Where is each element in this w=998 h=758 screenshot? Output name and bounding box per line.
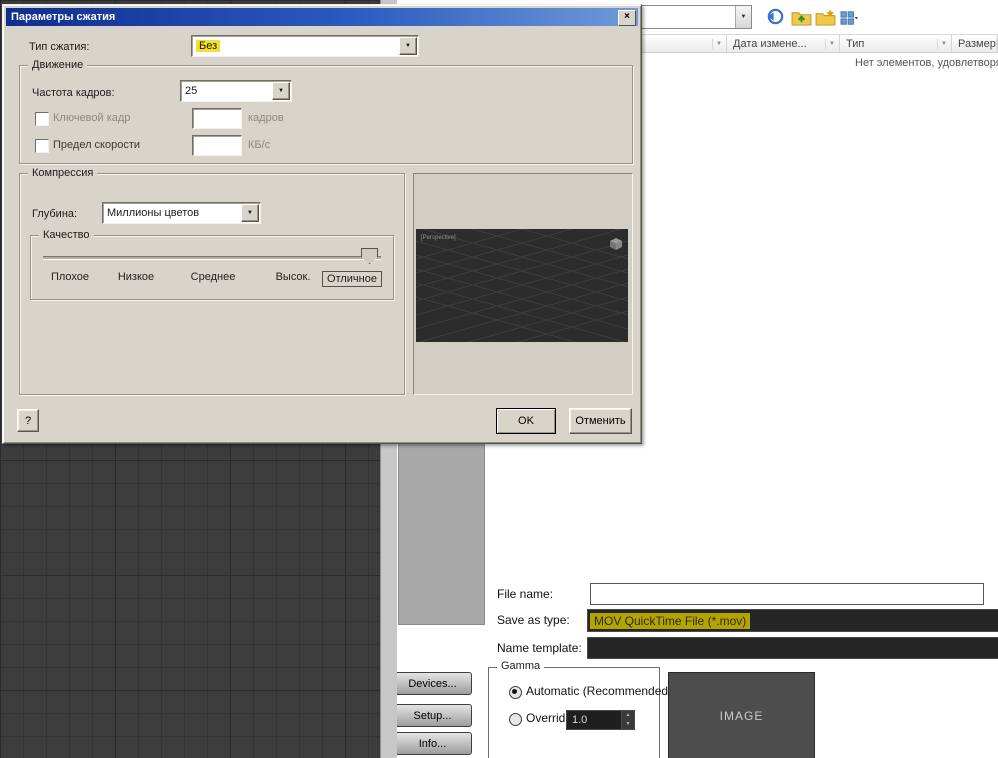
dialog-side-panel — [398, 443, 485, 625]
chevron-down-icon[interactable]: ▼ — [712, 38, 724, 49]
folder-path-combo[interactable]: ▼ — [640, 5, 752, 29]
cancel-button[interactable]: Отменить — [569, 408, 632, 434]
help-button[interactable]: ? — [17, 409, 39, 432]
chevron-down-icon[interactable]: ▼ — [937, 38, 949, 49]
motion-group-title: Движение — [28, 59, 88, 71]
quality-group-title: Качество — [39, 229, 94, 241]
quality-slider-thumb[interactable] — [361, 248, 378, 264]
keyframe-input[interactable] — [192, 108, 242, 129]
gamma-automatic-radio[interactable] — [509, 686, 522, 699]
quality-slider-track[interactable] — [43, 256, 381, 260]
spinner-up-icon[interactable]: ▲ — [622, 711, 634, 720]
preview-panel: [Perspective] — [413, 173, 633, 395]
chevron-down-icon[interactable]: ▼ — [825, 38, 837, 49]
depth-value: Миллионы цветов — [107, 207, 200, 219]
viewcube-icon — [609, 237, 623, 254]
spinner-down-icon[interactable]: ▼ — [622, 720, 634, 729]
quality-level-selected: Отличное — [322, 271, 382, 287]
dialog-title: Параметры сжатия — [11, 11, 116, 23]
quality-level-label: Плохое — [50, 271, 90, 283]
gamma-group-title: Gamma — [497, 660, 545, 672]
chevron-down-icon[interactable]: ▼ — [399, 37, 417, 55]
column-label: Тип — [846, 37, 865, 50]
compression-parameters-dialog: Параметры сжатия × Тип сжатия: Без ▼ Дви… — [2, 4, 642, 444]
dialog-titlebar[interactable]: Параметры сжатия × — [6, 8, 638, 26]
name-template-input[interactable] — [587, 637, 998, 659]
quality-level-label: Низкое — [117, 271, 155, 283]
file-name-input[interactable] — [590, 583, 984, 605]
gamma-group: Gamma Automatic (Recommended) Override 1… — [488, 660, 672, 758]
preview-viewport-label: [Perspective] — [421, 235, 456, 241]
frame-rate-label: Частота кадров: — [32, 87, 115, 99]
chevron-down-icon[interactable]: ▼ — [241, 204, 259, 222]
save-as-type-combo[interactable]: MOV QuickTime File (*.mov) — [587, 609, 998, 632]
file-name-label: File name: — [497, 587, 554, 601]
keyframe-label: Ключевой кадр — [53, 112, 131, 124]
create-new-folder-icon[interactable] — [813, 6, 837, 28]
compression-type-combo[interactable]: Без ▼ — [191, 35, 419, 57]
compression-type-label: Тип сжатия: — [29, 41, 90, 53]
rate-limit-checkbox[interactable] — [35, 139, 49, 153]
close-icon[interactable]: × — [618, 10, 636, 26]
save-as-type-value: MOV QuickTime File (*.mov) — [590, 612, 751, 629]
quality-level-label: Среднее — [190, 271, 236, 283]
frame-rate-combo[interactable]: 25 ▼ — [180, 80, 292, 102]
save-as-type-label: Save as type: — [497, 613, 570, 627]
depth-label: Глубина: — [32, 208, 78, 220]
gamma-automatic-label[interactable]: Automatic (Recommended) — [526, 684, 672, 698]
chevron-down-icon[interactable]: ▼ — [735, 6, 751, 28]
keyframe-unit-label: кадров — [248, 112, 284, 124]
rate-limit-label: Предел скорости — [53, 139, 141, 151]
rate-limit-input[interactable] — [192, 135, 242, 156]
column-label: Размер — [958, 37, 996, 50]
quality-group: Качество Плохое Низкое Среднее Высок. От… — [30, 229, 394, 300]
motion-group: Движение Частота кадров: 25 ▼ Ключевой к… — [19, 59, 633, 164]
chevron-down-icon[interactable]: ▼ — [272, 82, 290, 100]
compression-group-title: Компрессия — [28, 167, 98, 179]
gamma-override-radio[interactable] — [509, 713, 522, 726]
gamma-override-value: 1.0 — [572, 714, 588, 726]
gamma-override-spinner[interactable]: 1.0 ▲ ▼ — [566, 710, 635, 730]
column-header-1[interactable]: ▼ — [640, 35, 727, 52]
up-one-level-icon[interactable] — [789, 6, 813, 28]
quality-level-label: Высок. — [275, 271, 311, 283]
depth-combo[interactable]: Миллионы цветов ▼ — [102, 202, 261, 224]
column-label: Дата измене... — [733, 37, 807, 50]
ok-button[interactable]: OK — [496, 408, 556, 434]
column-header-size[interactable]: Размер ▼ — [952, 35, 998, 52]
frame-rate-value: 25 — [185, 85, 198, 97]
info-button[interactable]: Info... — [397, 732, 472, 755]
spinner-arrows: ▲ ▼ — [621, 711, 634, 729]
setup-button[interactable]: Setup... — [397, 704, 472, 727]
devices-button[interactable]: Devices... — [397, 672, 472, 695]
column-header-date-modified[interactable]: Дата измене... ▼ — [727, 35, 840, 52]
preview-render-image — [416, 229, 628, 342]
column-header-type[interactable]: Тип ▼ — [840, 35, 952, 52]
image-preview-placeholder: IMAGE — [668, 672, 815, 758]
keyframe-checkbox — [35, 112, 49, 126]
back-icon[interactable] — [763, 5, 787, 27]
compression-type-value: Без — [196, 40, 221, 52]
name-template-label: Name template: — [497, 641, 582, 655]
image-placeholder-label: IMAGE — [719, 709, 764, 723]
file-list-header: ▼ Дата измене... ▼ Тип ▼ Размер ▼ — [640, 34, 998, 53]
empty-folder-message: Нет элементов, удовлетворяющих у — [855, 57, 998, 69]
view-menu-icon[interactable] — [837, 7, 861, 29]
rate-limit-unit-label: КБ/с — [248, 139, 271, 151]
compression-group: Компрессия Глубина: Миллионы цветов ▼ Ка… — [19, 167, 405, 395]
